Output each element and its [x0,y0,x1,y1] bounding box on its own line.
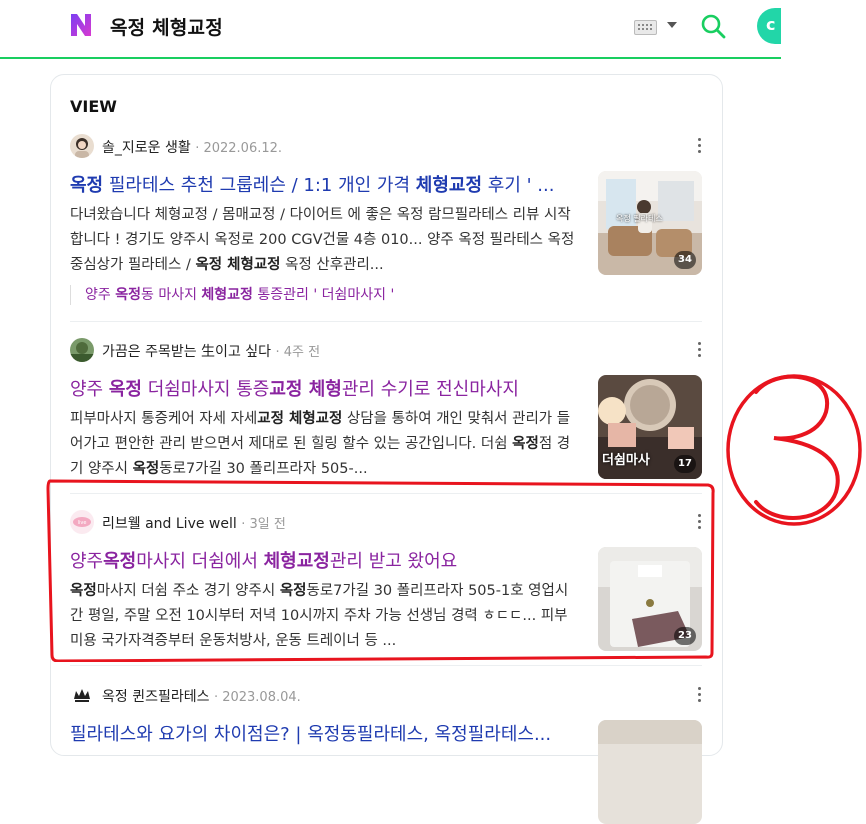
highlighted-keyword: 옥정 [115,287,141,303]
search-icon[interactable] [700,13,726,39]
post-thumbnail[interactable] [598,720,702,824]
text-segment: 동로7가길 30 폴리프라자 505-... [159,461,368,477]
thumbnail-caption: 더쉼마사 [602,453,650,468]
highlighted-keyword: 체형교정 [415,175,483,196]
text-segment: 옥정 산후관리... [280,257,384,273]
text-segment: 통증관리 ' 더쉼마사지 ' [252,287,395,303]
more-options-icon[interactable] [698,687,702,703]
post-title-link[interactable]: 양주 옥정 더쉼마사지 통증교정 체형관리 수기로 전신마사지 [70,375,580,401]
author-link[interactable]: 가끔은 주목받는 生이고 싶다 · 4주 전 [102,341,320,361]
post-snippet[interactable]: 피부마사지 통증케어 자세 자세교정 체형교정 상담을 통하여 개인 맞춰서 관… [70,407,578,482]
search-header: 옥정 체형교정 c [0,0,801,59]
text-segment: 양주 [70,379,109,400]
search-query[interactable]: 옥정 체형교정 [110,13,223,40]
more-options-icon[interactable] [698,342,702,358]
text-segment: 피부마사지 통증케어 자세 자세 [70,411,258,427]
image-count-badge: 17 [674,455,696,473]
text-segment: 동 마사지 [140,287,202,303]
page-edge [781,0,866,60]
post-title-link[interactable]: 옥정 필라테스 추천 그룹레슨 / 1:1 개인 가격 체형교정 후기 ' ..… [70,171,580,197]
post-title-link[interactable]: 필라테스와 요가의 차이점은? | 옥정동필라테스, 옥정필라테스... [70,720,580,746]
highlighted-keyword: 옥정 [512,436,539,452]
chevron-down-icon[interactable] [667,22,677,28]
thumbnail-caption: 옥정 필라테스 [616,214,663,223]
highlighted-keyword: 옥정 체형교정 [195,257,281,273]
highlighted-keyword: 교정 체형교정 [257,411,343,427]
item-meta: 옥정 퀸즈필라테스 · 2023.08.04. [70,682,702,708]
highlight-annotation-box [46,479,715,662]
avatar[interactable] [70,683,94,707]
item-divider [70,321,702,322]
text-segment: 관리 수기로 전신마사지 [341,379,519,400]
item-meta: 가끔은 주목받는 生이고 싶다 · 4주 전 [70,337,702,363]
related-post-link[interactable]: 양주 옥정동 마사지 체형교정 통증관리 ' 더쉼마사지 ' [70,285,585,305]
post-thumbnail[interactable]: 옥정 필라테스 34 [598,171,702,275]
text-segment: 더쉼마사지 통증 [141,379,270,400]
text-segment: 후기 ' ... [482,175,555,196]
highlighted-keyword: 교정 체형 [269,379,342,400]
avatar[interactable] [70,134,94,158]
avatar[interactable] [70,338,94,362]
post-snippet[interactable]: 다녀왔습니다 체형교정 / 몸매교정 / 다이어트 에 좋은 옥정 람므필라테스… [70,203,578,278]
annotation-number-3 [726,374,862,526]
text-segment: 양주 [85,287,116,303]
author-link[interactable]: 솔_지로운 생활 · 2022.06.12. [102,137,282,157]
highlighted-keyword: 옥정 [70,175,104,196]
item-meta: 솔_지로운 생활 · 2022.06.12. [70,133,702,159]
highlighted-keyword: 체형교정 [201,287,253,303]
ai-icon: c [766,15,776,34]
more-options-icon[interactable] [698,138,702,154]
text-segment: 필라테스 추천 그룹레슨 / 1:1 개인 가격 [103,175,416,196]
item-divider [70,665,702,666]
image-count-badge: 34 [674,251,696,269]
section-title: VIEW [70,97,117,116]
post-thumbnail[interactable]: 더쉼마사 17 [598,375,702,479]
author-link[interactable]: 옥정 퀸즈필라테스 · 2023.08.04. [102,686,301,706]
keyboard-icon[interactable] [634,20,657,35]
naver-logo-icon[interactable] [69,12,93,38]
highlighted-keyword: 옥정 [108,379,142,400]
highlighted-keyword: 옥정 [132,461,160,477]
